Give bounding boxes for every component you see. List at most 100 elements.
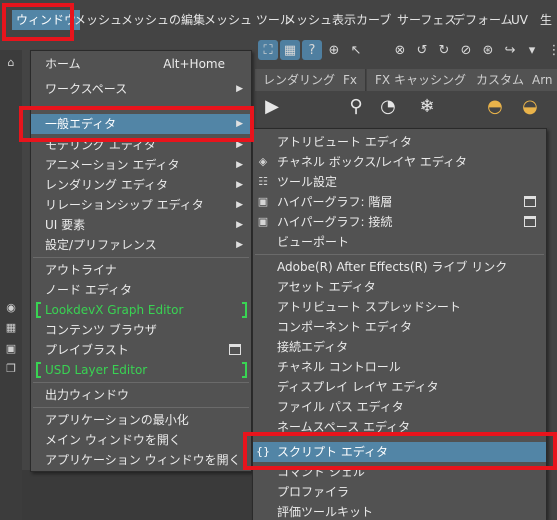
menu-item-asset-editor[interactable]: アセット エディタ [253,277,546,297]
menu-item-ui-elements[interactable]: UI 要素 ▶ [31,215,251,235]
menu-item-modeling-editors[interactable]: モデリング エディタ ▶ [31,135,251,155]
bracket-left [36,302,41,318]
submenu-arrow-icon: ▶ [236,84,243,94]
help-icon[interactable]: ? [302,40,322,60]
menu-item-minimize-application[interactable]: アプリケーションの最小化 [31,410,251,430]
menu-item-profiler[interactable]: プロファイラ [253,482,546,502]
menu-item-component-editor[interactable]: コンポーネント エディタ [253,317,546,337]
menu-item-hypergraph-hierarchy[interactable]: ▣ ハイパーグラフ: 階層 [253,192,546,212]
render-icon[interactable]: ▦ [280,40,300,60]
snap-view-icon[interactable]: ⊘ [456,40,476,60]
snap-grid-icon[interactable]: ⊗ [390,40,410,60]
layers-icon[interactable]: ❐ [4,361,18,375]
cursor-icon[interactable]: ↖ [346,40,366,60]
snap-point-icon[interactable]: ↻ [434,40,454,60]
menu-item-playblast[interactable]: プレイブラスト [31,340,251,360]
script-editor-icon: {} [256,445,270,458]
menu-item-lookdevx-graph-editor[interactable]: LookdevX Graph Editor [31,300,251,320]
menu-divider [33,382,249,383]
dropdown-icon[interactable]: ▾ [522,40,542,60]
submenu-arrow-icon: ▶ [236,140,243,150]
snap-icon[interactable]: ⛶ [258,40,278,60]
menu-item-channel-box[interactable]: ◈ チャネル ボックス/レイヤ エディタ [253,152,546,172]
menu-item-display-layer-editor[interactable]: ディスプレイ レイヤ エディタ [253,377,546,397]
general-editors-submenu: アトリビュート エディタ ◈ チャネル ボックス/レイヤ エディタ ☷ ツール設… [252,128,547,520]
option-box-icon[interactable] [524,216,536,227]
menu-item-rendering-editors[interactable]: レンダリング エディタ ▶ [31,175,251,195]
submenu-arrow-icon: ▶ [236,160,243,170]
shortcut-label: Alt+Home [163,57,225,71]
lookdev-icon[interactable]: ◉ [4,300,18,314]
menu-divider [33,257,249,258]
menu-item-home[interactable]: ホーム Alt+Home [31,54,251,74]
menu-item-evaluation-toolkit[interactable]: 評価ツールキット [253,502,546,520]
grid-icon[interactable]: ▦ [4,320,18,334]
menu-item-hypergraph-connections[interactable]: ▣ ハイパーグラフ: 接続 [253,212,546,232]
menu-curves[interactable]: カーブ [352,10,395,30]
snap-surface-icon[interactable]: ⊛ [478,40,498,60]
menu-item-settings-preferences[interactable]: 設定/プリファレンス ▶ [31,235,251,255]
tab-fx-caching[interactable]: FX キャッシング [367,69,475,91]
light-icon[interactable]: ⚲ [342,92,370,120]
menu-item-raise-application-windows[interactable]: アプリケーション ウィンドウを開く [31,450,251,470]
menu-divider [33,407,249,408]
menu-divider [255,254,544,255]
window-menu: ホーム Alt+Home ワークスペース ▶ 一般エディタ ▶ モデリング エディタ… [30,50,252,472]
shelf-arrow-icon[interactable]: ▶ [258,92,286,120]
bracket-right [242,302,247,318]
camera-icon[interactable]: ◔ [374,92,402,120]
menu-item-namespace-editor[interactable]: ネームスペース エディタ [253,417,546,437]
menu-item-output-window[interactable]: 出力ウィンドウ [31,385,251,405]
menu-mesh-display[interactable]: メッシュ表示 [280,10,360,30]
hypergraph-icon: ▣ [257,195,269,208]
submenu-arrow-icon: ▶ [236,180,243,190]
snap-vertex-icon[interactable]: ↪ [500,40,520,60]
menu-item-viewport[interactable]: ビューポート [253,232,546,252]
menu-item-raise-main-window[interactable]: メイン ウィンドウを開く [31,430,251,450]
main-menubar: ウィンドウ メッシュ メッシュの編集 メッシュ ツール メッシュ表示 カーブ サ… [0,0,557,38]
menu-item-usd-layer-editor[interactable]: USD Layer Editor [31,360,251,380]
submenu-arrow-icon: ▶ [236,200,243,210]
submenu-arrow-icon: ▶ [236,119,243,129]
home-icon[interactable]: ⌂ [4,55,18,69]
hypergraph-icon: ▣ [257,215,269,228]
select-icon[interactable]: ⊕ [324,40,344,60]
menu-item-outliner[interactable]: アウトライナ [31,260,251,280]
tab-arnold[interactable]: Arn [524,69,557,91]
menu-item-node-editor[interactable]: ノード エディタ [31,280,251,300]
menu-item-attribute-spreadsheet[interactable]: アトリビュート スプレッドシート [253,297,546,317]
tab-rendering[interactable]: レンダリング [255,69,345,91]
viewport-panel [22,470,255,520]
submenu-arrow-icon: ▶ [236,240,243,250]
menu-uv[interactable]: UV [507,10,532,30]
tool-settings-icon: ☷ [258,175,268,188]
menu-item-channel-control[interactable]: チャネル コントロール [253,357,546,377]
submenu-arrow-icon: ▶ [236,220,243,230]
menu-item-animation-editors[interactable]: アニメーション エディタ ▶ [31,155,251,175]
left-toolbar: ⌂ ◉ ▦ ▣ ❐ [0,50,22,520]
more-icon[interactable]: ⋮ [544,40,557,60]
snap-curve-icon[interactable]: ↺ [412,40,432,60]
menu-item-connection-editor[interactable]: 接続エディタ [253,337,546,357]
menu-item-attribute-editor[interactable]: アトリビュート エディタ [253,132,546,152]
menu-item-script-editor[interactable]: {} スクリプト エディタ [253,442,546,462]
option-box-icon[interactable] [524,196,536,207]
arnold-render-icon[interactable]: ◒ [516,92,544,120]
menu-generate[interactable]: 生 [536,10,556,30]
menu-item-command-shell[interactable]: コマンド シェル [253,462,546,482]
menu-item-relationship-editors[interactable]: リレーションシップ エディタ ▶ [31,195,251,215]
menu-edit-mesh[interactable]: メッシュの編集 [117,10,209,30]
option-box-icon[interactable] [229,344,241,355]
menu-item-tool-settings[interactable]: ☷ ツール設定 [253,172,546,192]
tab-fx[interactable]: Fx [335,69,367,91]
menu-item-general-editors[interactable]: 一般エディタ ▶ [31,114,251,134]
menu-item-content-browser[interactable]: コンテンツ ブラウザ [31,320,251,340]
bracket-left [36,362,41,378]
menu-item-workspaces[interactable]: ワークスペース ▶ [31,79,251,99]
menu-item-after-effects-live-link[interactable]: Adobe(R) After Effects(R) ライブ リンク [253,257,546,277]
film-icon[interactable]: ▣ [4,341,18,355]
particle-icon[interactable]: ❄ [413,92,441,120]
menu-item-file-path-editor[interactable]: ファイル パス エディタ [253,397,546,417]
channel-box-icon: ◈ [258,155,268,168]
skydome-icon[interactable]: ◓ [481,92,509,120]
